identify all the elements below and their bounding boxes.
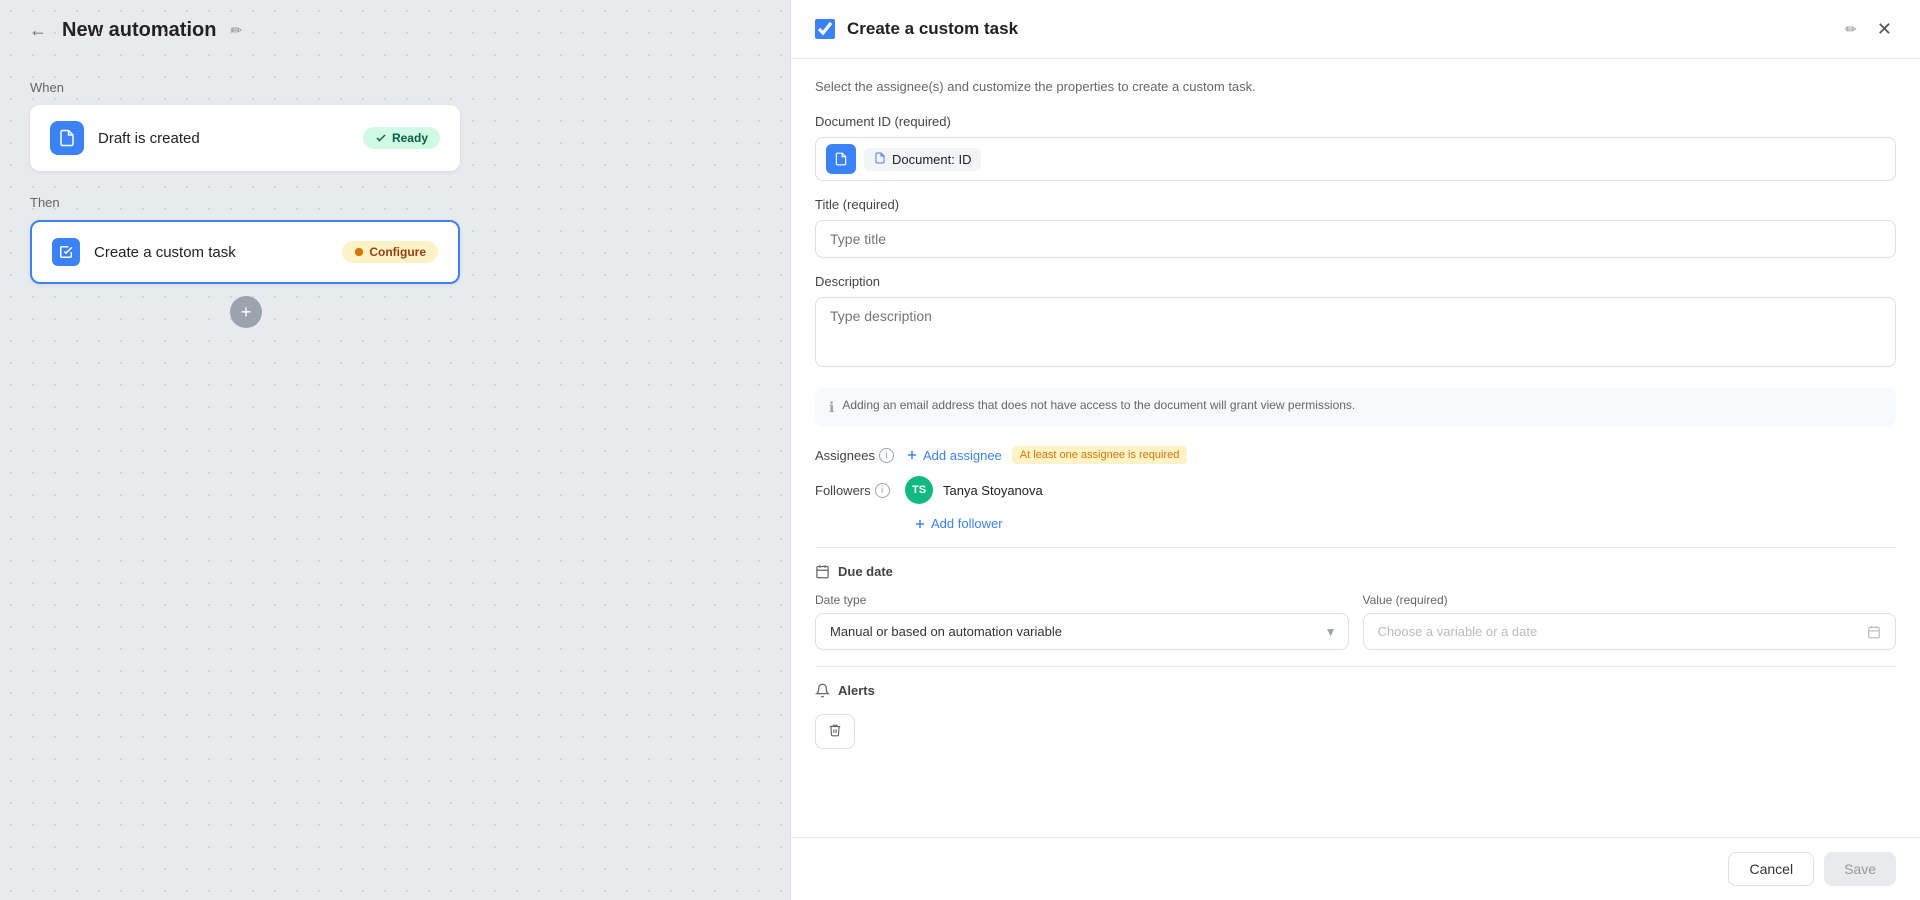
save-button[interactable]: Save xyxy=(1824,852,1896,886)
bell-icon xyxy=(815,683,830,698)
follower-name: Tanya Stoyanova xyxy=(943,483,1043,498)
date-type-col: Date type Manual or based on automation … xyxy=(815,593,1349,650)
followers-info-icon[interactable]: i xyxy=(875,483,890,498)
add-step-button[interactable]: + xyxy=(230,296,262,328)
left-panel: ← New automation ✏ When Draft is created… xyxy=(0,0,790,900)
ready-badge: Ready xyxy=(363,127,440,149)
panel-footer: Cancel Save xyxy=(791,837,1920,900)
panel-checkbox[interactable] xyxy=(815,19,835,39)
trash-icon xyxy=(828,723,842,737)
info-box: ℹ Adding an email address that does not … xyxy=(815,388,1896,426)
add-assignee-button[interactable]: Add assignee xyxy=(905,448,1002,463)
panel-subtitle: Select the assignee(s) and customize the… xyxy=(815,79,1896,94)
doc-blue-icon xyxy=(826,144,856,174)
doc-id-label: Document ID (required) xyxy=(815,114,1896,129)
panel-body: Select the assignee(s) and customize the… xyxy=(791,59,1920,837)
due-date-label: Due date xyxy=(815,564,1896,579)
alerts-section: Alerts xyxy=(815,683,1896,698)
back-button[interactable]: ← xyxy=(24,16,52,44)
top-bar: ← New automation ✏ xyxy=(0,0,790,60)
action-icon xyxy=(52,238,80,266)
page-title: New automation xyxy=(62,19,216,42)
followers-row: Followers i TS Tanya Stoyanova xyxy=(815,476,1896,504)
canvas: When Draft is created Ready Then Creat xyxy=(0,60,790,348)
avatar: TS xyxy=(905,476,933,504)
add-follower-button[interactable]: Add follower xyxy=(913,516,1003,531)
date-row: Date type Manual or based on automation … xyxy=(815,593,1896,650)
divider-1 xyxy=(815,547,1896,548)
panel-header: Create a custom task ✏ ✕ xyxy=(791,0,1920,59)
configure-badge: Configure xyxy=(342,241,438,263)
delete-button[interactable] xyxy=(815,714,855,749)
date-type-select[interactable]: Manual or based on automation variable xyxy=(815,613,1349,650)
right-panel: Create a custom task ✏ ✕ Select the assi… xyxy=(790,0,1920,900)
action-name: Create a custom task xyxy=(94,244,328,261)
then-section: Then Create a custom task Configure xyxy=(30,195,760,284)
trigger-icon xyxy=(50,121,84,155)
action-card[interactable]: Create a custom task Configure xyxy=(30,220,460,284)
doc-small-icon xyxy=(874,152,886,167)
value-col: Value (required) Choose a variable or a … xyxy=(1363,593,1897,650)
panel-title: Create a custom task xyxy=(847,19,1829,39)
doc-id-value: Document: ID xyxy=(892,152,971,167)
description-label: Description xyxy=(815,274,1896,289)
assignees-row: Assignees i Add assignee At least one as… xyxy=(815,446,1896,464)
description-input[interactable] xyxy=(815,297,1896,367)
info-icon: ℹ xyxy=(829,399,834,416)
value-placeholder: Choose a variable or a date xyxy=(1378,624,1538,639)
value-input[interactable]: Choose a variable or a date xyxy=(1363,613,1897,650)
date-type-label: Date type xyxy=(815,593,1349,607)
date-type-select-wrapper: Manual or based on automation variable ▼ xyxy=(815,613,1349,650)
add-assignee-label: Add assignee xyxy=(923,448,1002,463)
when-label: When xyxy=(30,80,760,95)
assignees-label: Assignees i xyxy=(815,448,895,463)
close-button[interactable]: ✕ xyxy=(1873,16,1896,42)
title-input[interactable] xyxy=(815,220,1896,258)
cancel-button[interactable]: Cancel xyxy=(1728,852,1814,886)
trigger-name: Draft is created xyxy=(98,130,349,147)
doc-id-tag: Document: ID xyxy=(864,148,981,171)
info-text: Adding an email address that does not ha… xyxy=(842,398,1355,412)
doc-id-field: Document: ID xyxy=(815,137,1896,181)
then-label: Then xyxy=(30,195,760,210)
followers-label: Followers i xyxy=(815,483,895,498)
add-follower-label: Add follower xyxy=(931,516,1003,531)
edit-title-button[interactable]: ✏ xyxy=(226,18,246,43)
due-date-text: Due date xyxy=(838,564,893,579)
trigger-card[interactable]: Draft is created Ready xyxy=(30,105,460,171)
divider-2 xyxy=(815,666,1896,667)
alerts-label: Alerts xyxy=(838,683,875,698)
value-label: Value (required) xyxy=(1363,593,1897,607)
panel-edit-button[interactable]: ✏ xyxy=(1841,17,1861,42)
title-field-label: Title (required) xyxy=(815,197,1896,212)
assignees-required-badge: At least one assignee is required xyxy=(1012,446,1188,464)
assignees-info-icon[interactable]: i xyxy=(879,448,894,463)
